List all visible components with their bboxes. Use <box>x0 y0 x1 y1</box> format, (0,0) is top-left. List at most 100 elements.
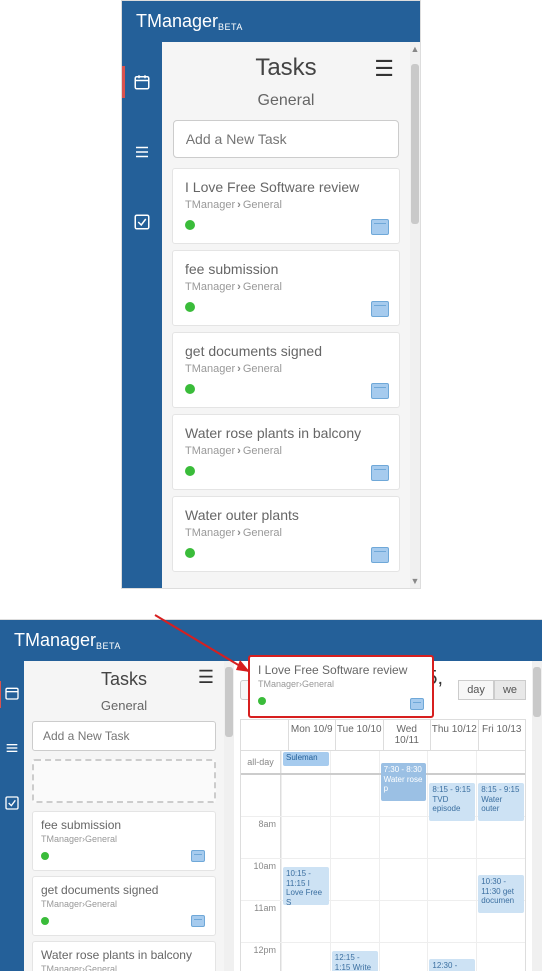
status-dot-icon <box>185 302 195 312</box>
status-dot-icon <box>41 917 49 925</box>
time-cell[interactable] <box>476 817 525 858</box>
task-breadcrumb: TManager›General <box>185 363 387 375</box>
time-cell[interactable] <box>281 943 330 971</box>
time-row: 10am 10:15 - 11:15 I Love Free S 10:30 -… <box>241 859 525 901</box>
task-item[interactable]: get documents signed TManager›General <box>172 332 400 408</box>
calendar-icon[interactable] <box>4 685 20 704</box>
task-item[interactable]: get documents signed TManager›General <box>32 876 216 936</box>
scroll-up-icon[interactable]: ▲ <box>411 42 420 56</box>
list-icon[interactable] <box>4 740 20 759</box>
time-cell[interactable] <box>330 901 379 942</box>
check-icon[interactable] <box>4 795 20 814</box>
status-dot-icon <box>185 220 195 230</box>
time-label <box>241 775 281 816</box>
scroll-thumb[interactable] <box>411 64 419 224</box>
time-cell[interactable] <box>379 817 428 858</box>
scrollbar[interactable]: ▲ ▼ <box>410 42 420 588</box>
scrollbar[interactable] <box>532 661 542 971</box>
event[interactable]: 12:30 - Annual <box>429 959 475 971</box>
day-header[interactable]: Wed 10/11 <box>383 720 431 750</box>
app-header: TManagerBETA <box>122 1 420 42</box>
task-item[interactable]: Water rose plants in balcony TManager›Ge… <box>32 941 216 971</box>
time-cell[interactable] <box>427 901 476 942</box>
time-cell[interactable]: 8:15 - 9:15 TVD episode <box>427 775 476 816</box>
date-icon[interactable] <box>410 698 424 710</box>
day-view-button[interactable]: day <box>458 680 494 700</box>
task-title: I Love Free Software review <box>258 663 424 677</box>
date-icon[interactable] <box>371 547 389 563</box>
allday-cell[interactable] <box>476 751 525 773</box>
task-breadcrumb: TManager›General <box>41 899 207 909</box>
task-item[interactable]: Water rose plants in balcony TManager›Ge… <box>172 414 400 490</box>
hamburger-icon[interactable]: ☰ <box>374 56 394 82</box>
time-cell[interactable]: 7:30 - 8:30 Water rose p <box>379 775 428 816</box>
day-header[interactable]: Thu 10/12 <box>430 720 478 750</box>
date-icon[interactable] <box>191 915 205 927</box>
time-cell[interactable] <box>379 901 428 942</box>
time-label: 10am <box>241 859 281 900</box>
time-cell[interactable] <box>330 859 379 900</box>
time-col-header <box>241 720 288 750</box>
list-icon[interactable] <box>132 142 152 162</box>
time-cell[interactable] <box>330 775 379 816</box>
task-item[interactable]: Water outer plants TManager›General <box>172 496 400 572</box>
time-cell[interactable] <box>476 943 525 971</box>
scrollbar[interactable] <box>224 661 234 971</box>
time-cell[interactable]: 12:30 - Annual <box>427 943 476 971</box>
day-header[interactable]: Tue 10/10 <box>335 720 383 750</box>
task-item[interactable]: fee submission TManager›General <box>172 250 400 326</box>
calendar-grid: Mon 10/9 Tue 10/10 Wed 10/11 Thu 10/12 F… <box>240 719 526 971</box>
check-icon[interactable] <box>132 212 152 232</box>
time-cell[interactable] <box>281 901 330 942</box>
allday-cell[interactable]: Suleman <box>281 751 330 773</box>
scroll-thumb[interactable] <box>533 667 541 717</box>
task-title: get documents signed <box>185 343 387 359</box>
time-cell[interactable]: 10:15 - 11:15 I Love Free S <box>281 859 330 900</box>
tasks-panel: Tasks ☰ General fee submission TManager›… <box>24 661 224 971</box>
time-cell[interactable] <box>281 817 330 858</box>
time-cell[interactable] <box>427 859 476 900</box>
scroll-down-icon[interactable]: ▼ <box>411 574 420 588</box>
tasks-subtitle: General <box>168 86 404 120</box>
date-icon[interactable] <box>371 383 389 399</box>
allday-cell[interactable] <box>427 751 476 773</box>
time-cell[interactable]: 8:15 - 9:15 Water outer <box>476 775 525 816</box>
new-task-input[interactable] <box>32 721 216 751</box>
time-cell[interactable] <box>476 901 525 942</box>
event[interactable]: 7:30 - 8:30 Water rose p <box>381 763 427 801</box>
scroll-thumb[interactable] <box>225 667 233 737</box>
task-item[interactable]: fee submission TManager›General <box>32 811 216 871</box>
drop-zone[interactable] <box>32 759 216 803</box>
date-icon[interactable] <box>371 465 389 481</box>
calendar-icon[interactable] <box>132 72 152 92</box>
allday-cell[interactable] <box>330 751 379 773</box>
allday-event[interactable]: Suleman <box>283 752 329 766</box>
day-header[interactable]: Fri 10/13 <box>478 720 526 750</box>
event[interactable]: 12:15 - 1:15 Write articles <box>332 951 378 971</box>
date-icon[interactable] <box>371 219 389 235</box>
task-item[interactable]: I Love Free Software review TManager›Gen… <box>172 168 400 244</box>
time-cell[interactable] <box>427 817 476 858</box>
time-cell[interactable]: 10:30 - 11:30 get documen <box>476 859 525 900</box>
time-row: 8am <box>241 817 525 859</box>
time-cell[interactable] <box>379 943 428 971</box>
hamburger-icon[interactable]: ☰ <box>198 667 214 688</box>
event[interactable]: 8:15 - 9:15 Water outer <box>478 783 524 821</box>
time-label: 12pm <box>241 943 281 971</box>
event[interactable]: 10:15 - 11:15 I Love Free S <box>283 867 329 905</box>
new-task-input[interactable] <box>173 120 400 158</box>
time-cell[interactable] <box>281 775 330 816</box>
dragged-task-card[interactable]: I Love Free Software review TManager›Gen… <box>248 655 434 718</box>
task-breadcrumb: TManager›General <box>258 679 424 689</box>
app-suffix: BETA <box>96 641 121 651</box>
week-view-button[interactable]: we <box>494 680 526 700</box>
day-header[interactable]: Mon 10/9 <box>288 720 336 750</box>
date-icon[interactable] <box>371 301 389 317</box>
time-cell[interactable]: 12:15 - 1:15 Write articles <box>330 943 379 971</box>
date-icon[interactable] <box>191 850 205 862</box>
event[interactable]: 8:15 - 9:15 TVD episode <box>429 783 475 821</box>
sidebar <box>0 661 24 971</box>
status-dot-icon <box>185 548 195 558</box>
time-cell[interactable] <box>330 817 379 858</box>
time-cell[interactable] <box>379 859 428 900</box>
